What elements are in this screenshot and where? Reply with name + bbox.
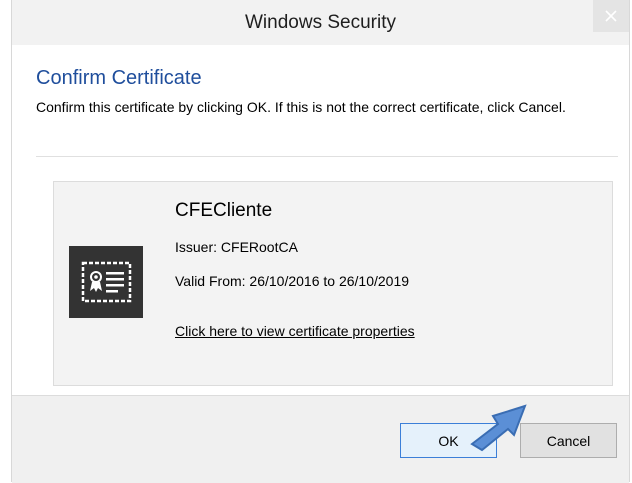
- close-button[interactable]: [593, 0, 629, 32]
- dialog-heading: Confirm Certificate: [36, 67, 202, 89]
- certificate-name: CFECliente: [175, 200, 273, 221]
- certificate-tile[interactable]: CFECliente Issuer: CFERootCA Valid From:…: [53, 181, 613, 386]
- dialog-description: Confirm this certificate by clicking OK.…: [36, 99, 566, 115]
- divider: [36, 156, 618, 157]
- window-title: Windows Security: [245, 12, 396, 33]
- certificate-icon: [69, 246, 143, 318]
- certificate-issuer: Issuer: CFERootCA: [175, 239, 298, 255]
- pointer-arrow-icon: [470, 404, 527, 452]
- certificate-validity: Valid From: 26/10/2016 to 26/10/2019: [175, 273, 410, 289]
- title-bar: Windows Security: [12, 0, 629, 45]
- close-icon: [605, 10, 617, 22]
- dialog-content: Confirm Certificate Confirm this certifi…: [12, 45, 629, 395]
- view-certificate-properties-link[interactable]: Click here to view certificate propertie…: [175, 321, 415, 341]
